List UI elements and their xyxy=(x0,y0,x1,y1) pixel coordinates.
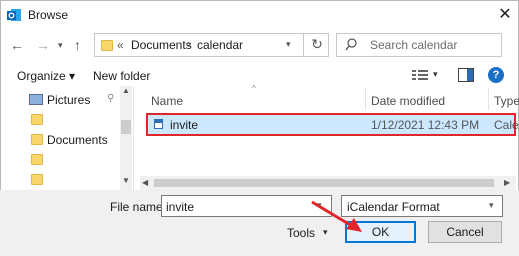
pane-divider[interactable] xyxy=(133,86,134,190)
pictures-icon xyxy=(29,94,43,105)
column-header-date-modified[interactable]: Date modified xyxy=(371,94,445,108)
annotation-arrow xyxy=(311,200,362,232)
window-title: Browse xyxy=(28,8,69,22)
breadcrumb-documents[interactable]: Documents xyxy=(131,38,192,52)
folder-icon xyxy=(31,154,43,165)
search-box[interactable]: Search calendar xyxy=(336,33,502,57)
scroll-thumb[interactable] xyxy=(121,120,131,134)
up-arrow-icon[interactable]: ↑ xyxy=(74,36,81,54)
help-icon[interactable]: ? xyxy=(488,67,504,83)
back-arrow-icon[interactable]: ← xyxy=(10,36,24,54)
horizontal-scrollbar[interactable]: ◀ ▶ xyxy=(140,176,516,190)
nav-item-documents[interactable]: Documents xyxy=(47,133,108,147)
breadcrumb-calendar[interactable]: calendar xyxy=(197,38,243,52)
cancel-label: Cancel xyxy=(446,225,484,239)
scroll-right-icon[interactable]: ▶ xyxy=(504,178,510,187)
preview-pane-icon[interactable] xyxy=(458,68,474,85)
nav-item-pictures[interactable]: Pictures xyxy=(47,93,90,107)
address-bar[interactable]: « Documents › calendar ▾ xyxy=(94,33,329,57)
scroll-thumb[interactable] xyxy=(154,179,494,187)
file-type: Cale xyxy=(494,118,519,132)
file-name-label: File name: xyxy=(110,200,167,214)
column-separator[interactable] xyxy=(365,88,366,110)
calendar-file-icon xyxy=(154,119,163,129)
folder-icon xyxy=(101,40,113,51)
file-name: invite xyxy=(170,118,199,132)
sort-up-icon: ^ xyxy=(252,84,256,93)
ok-label: OK xyxy=(371,225,390,239)
scroll-up-icon[interactable]: ▲ xyxy=(122,86,130,95)
search-placeholder: Search calendar xyxy=(370,38,458,52)
folder-icon xyxy=(31,134,43,145)
navigation-scrollbar[interactable]: ▲ ▼ xyxy=(120,86,132,190)
new-folder-button[interactable]: New folder xyxy=(93,69,150,83)
close-icon[interactable]: ✕ xyxy=(495,5,515,25)
breadcrumb-separator: › xyxy=(187,37,191,51)
refresh-icon[interactable]: ↻ xyxy=(303,33,330,57)
scroll-left-icon[interactable]: ◀ xyxy=(142,178,148,187)
column-header-name[interactable]: Name xyxy=(151,94,183,108)
pin-icon[interactable]: ⚲ xyxy=(107,93,114,104)
view-options-icon[interactable] xyxy=(412,69,428,84)
recent-locations-chevron-icon[interactable]: ▾ xyxy=(58,36,63,54)
navigation-pane: Pictures ⚲ Documents xyxy=(2,86,132,190)
file-name-value: invite xyxy=(166,200,195,214)
file-date: 1/12/2021 12:43 PM xyxy=(371,118,480,132)
folder-icon xyxy=(31,174,43,185)
cancel-button[interactable]: Cancel xyxy=(428,221,502,243)
forward-arrow-icon[interactable]: → xyxy=(36,36,50,54)
folder-icon xyxy=(31,114,43,125)
scroll-down-icon[interactable]: ▼ xyxy=(122,176,130,185)
view-dropdown-icon[interactable]: ▾ xyxy=(433,69,438,80)
column-separator[interactable] xyxy=(488,88,489,110)
chevron-down-icon[interactable]: ▾ xyxy=(489,200,494,211)
outlook-app-icon xyxy=(6,7,22,23)
organize-button[interactable]: Organize ▾ xyxy=(17,69,75,83)
column-header-type[interactable]: Type xyxy=(494,94,519,108)
search-icon xyxy=(345,38,357,55)
address-overflow[interactable]: « xyxy=(117,38,124,52)
calendar-file-icon-bar xyxy=(155,120,162,123)
address-dropdown-icon[interactable]: ▾ xyxy=(286,39,291,50)
file-name-input[interactable]: invite ▾ xyxy=(161,195,332,217)
file-row-invite[interactable]: invite 1/12/2021 12:43 PM Cale xyxy=(146,113,519,136)
title-bar: Browse ✕ xyxy=(0,0,519,30)
